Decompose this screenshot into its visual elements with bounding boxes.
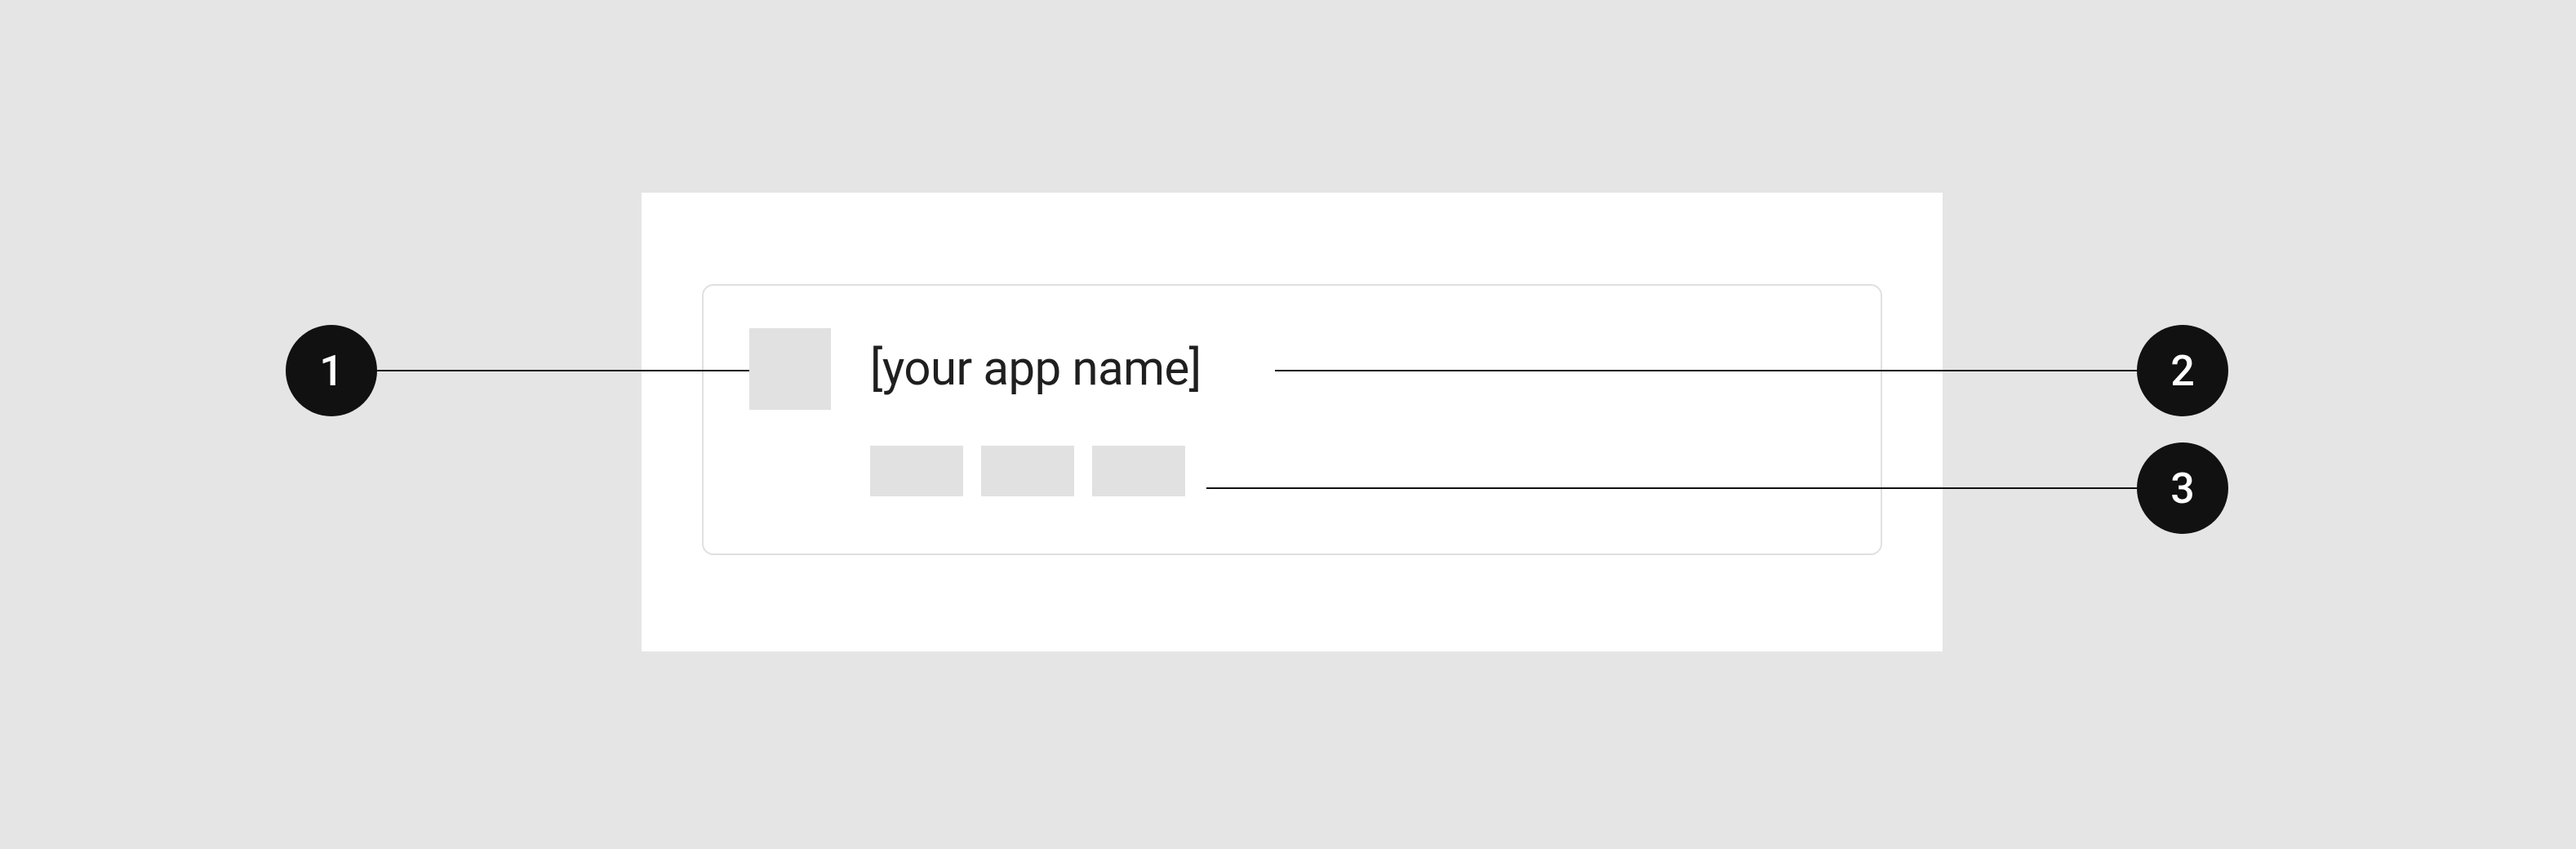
annotation-badge-2: 2: [2137, 325, 2228, 416]
annotation-number: 1: [319, 346, 344, 396]
app-card: [702, 284, 1882, 555]
placeholder-block: [870, 446, 963, 496]
annotation-badge-3: 3: [2137, 442, 2228, 534]
placeholder-block: [1092, 446, 1185, 496]
placeholder-block: [981, 446, 1074, 496]
app-name-label: [your app name]: [870, 341, 1201, 397]
annotation-badge-1: 1: [286, 325, 377, 416]
annotation-number: 3: [2170, 464, 2195, 513]
app-icon-placeholder: [749, 328, 831, 410]
annotation-number: 2: [2170, 346, 2195, 396]
